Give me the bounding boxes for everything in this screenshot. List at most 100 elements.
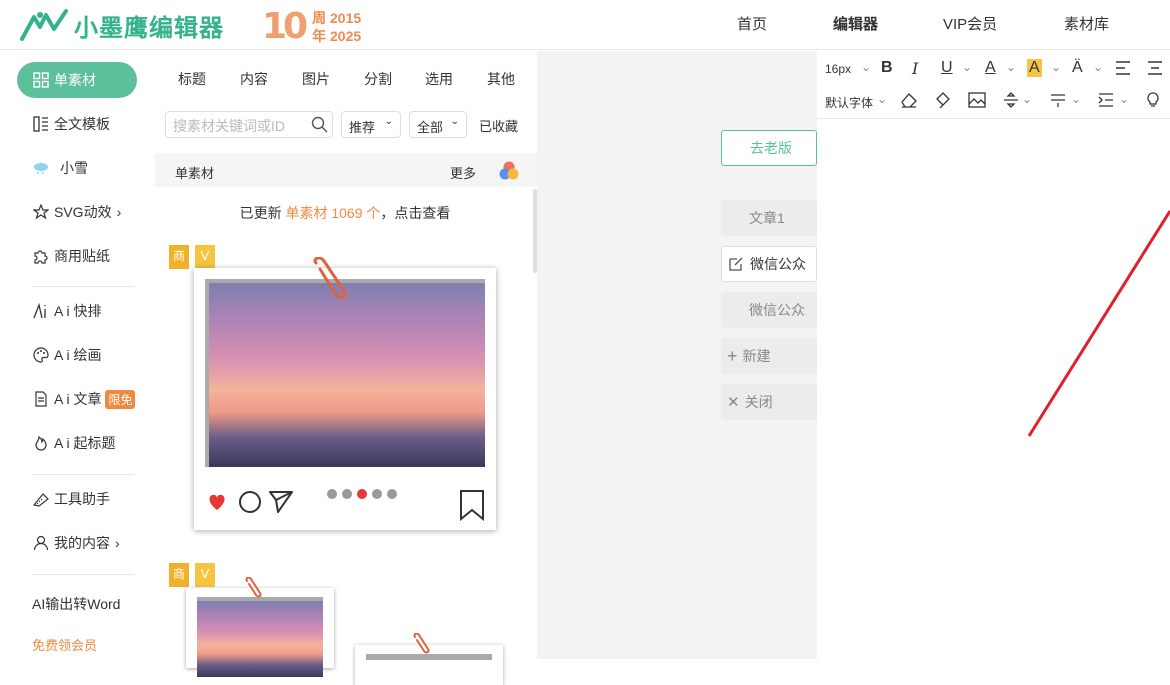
sidebar-item-my-content[interactable]: 我的内容 › <box>32 532 120 554</box>
font-size-select[interactable]: 16px <box>825 62 851 76</box>
tab-image[interactable]: 图片 <box>302 69 330 89</box>
italic-icon[interactable]: I <box>912 59 918 78</box>
user-icon <box>32 534 50 552</box>
highlight-color-icon[interactable]: A <box>1027 59 1042 77</box>
sidebar-item-ai-article[interactable]: A i 文章 限免 <box>32 388 136 410</box>
article-1-tab[interactable]: 文章1 <box>721 200 817 236</box>
old-version-button[interactable]: 去老版 <box>721 130 817 166</box>
sort-select[interactable]: 推荐 ⌄ <box>341 111 401 138</box>
material-card[interactable]: 商 V <box>165 563 525 685</box>
section-title: 单素材 <box>175 166 215 181</box>
material-card[interactable]: 商 V <box>165 243 525 555</box>
wechat-edit-tab[interactable]: 微信公众 <box>721 246 817 282</box>
tab-content[interactable]: 内容 <box>240 69 268 89</box>
like-icon <box>206 276 224 308</box>
image-icon[interactable] <box>968 92 986 108</box>
chevron-down-icon: ⌄ <box>1071 92 1082 106</box>
chevron-down-icon: ⌄ <box>1022 92 1033 106</box>
ruler-icon <box>32 490 50 508</box>
search-icon[interactable] <box>311 116 328 133</box>
social-icons <box>209 491 293 513</box>
material-tabs: 标题 内容 图片 分割 选用 其他 <box>155 51 537 105</box>
more-link[interactable]: 更多 <box>450 163 476 182</box>
chevron-right-icon: › <box>116 204 122 220</box>
puzzle-icon <box>32 247 50 265</box>
line-height-icon[interactable] <box>1002 92 1020 108</box>
favorites-link[interactable]: 已收藏 <box>479 116 518 135</box>
material-panel: 标题 内容 图片 分割 选用 其他 搜素材关键词或ID 推荐 ⌄ 全部 ⌄ 已收… <box>155 51 537 685</box>
carousel-dots <box>327 489 397 499</box>
sidebar-item-single-material[interactable]: 单素材 <box>17 62 137 98</box>
sidebar-item-ai-layout[interactable]: A i 快排 <box>32 300 101 322</box>
close-icon: ✕ <box>727 394 740 411</box>
star-icon <box>32 203 50 221</box>
tab-other[interactable]: 其他 <box>487 69 515 89</box>
commercial-tag: 商 <box>169 563 189 587</box>
sidebar-item-svg-effects[interactable]: SVG动效 › <box>32 201 121 223</box>
snow-cloud-icon <box>32 159 50 177</box>
color-circles-icon[interactable] <box>498 160 520 182</box>
eraser-icon[interactable] <box>900 92 918 108</box>
format-painter-icon[interactable] <box>934 92 952 108</box>
free-badge: 限免 <box>105 389 136 409</box>
sidebar-item-ai-to-word[interactable]: AI输出转Word <box>32 593 120 615</box>
align-left-icon[interactable] <box>1115 61 1131 75</box>
paperclip-icon <box>313 257 347 300</box>
sidebar-item-stickers[interactable]: 商用贴纸 <box>32 245 110 267</box>
new-article-button[interactable]: + 新建 <box>721 338 817 374</box>
scope-select[interactable]: 全部 ⌄ <box>409 111 467 138</box>
close-article-button[interactable]: ✕ 关闭 <box>721 384 817 420</box>
update-notice[interactable]: 已更新 单素材 1069 个，点击查看 <box>165 189 525 237</box>
app-name: 小墨鹰编辑器 <box>74 14 224 42</box>
sidebar-item-ai-title[interactable]: A i 起标题 <box>32 432 115 454</box>
chevron-down-icon: ⌄ <box>1006 60 1017 74</box>
tab-selected[interactable]: 选用 <box>425 69 453 89</box>
indent-icon[interactable] <box>1097 92 1115 108</box>
lightbulb-icon[interactable] <box>1145 92 1161 108</box>
anniversary-ten: 10 <box>262 6 308 47</box>
underline-icon[interactable]: U <box>941 59 953 77</box>
sidebar-item-templates[interactable]: 全文模板 <box>32 113 110 135</box>
chevron-down-icon: ⌄ <box>877 92 888 106</box>
font-color-icon[interactable]: A <box>985 59 996 77</box>
polaroid-frame <box>186 588 334 677</box>
vip-tag: V <box>195 245 215 269</box>
sunset-image <box>205 279 485 467</box>
sidebar-divider <box>32 574 134 575</box>
sidebar-item-tools[interactable]: 工具助手 <box>32 488 110 510</box>
bold-icon[interactable]: B <box>881 59 893 77</box>
sidebar-divider <box>32 286 134 287</box>
wechat-tab[interactable]: 微信公众 <box>721 292 817 328</box>
vip-tag: V <box>195 563 215 587</box>
chevron-down-icon: ⌄ <box>384 116 393 127</box>
paragraph-spacing-icon[interactable] <box>1049 92 1067 108</box>
align-center-icon[interactable] <box>1147 61 1163 75</box>
nav-editor[interactable]: 编辑器 <box>833 0 878 50</box>
paperclip-icon <box>413 633 430 654</box>
font-family-select[interactable]: 默认字体 <box>825 94 873 111</box>
editor-area[interactable]: 16px ⌄ B I U ⌄ A ⌄ A ⌄ Ä ⌄ 默认字体 ⌄ ⌄ ⌄ ⌄ <box>817 51 1170 659</box>
template-icon <box>32 115 50 133</box>
search-input[interactable]: 搜素材关键词或ID <box>165 111 333 138</box>
left-sidebar: 单素材 全文模板 小雪 SVG动效 › 商用贴纸 A i 快排 A i 绘画 A… <box>0 51 155 659</box>
chevron-down-icon: ⌄ <box>450 116 459 127</box>
anniversary-badge: 10 周 2015 年 2025 <box>262 6 361 47</box>
chevron-down-icon: ⌄ <box>1051 60 1062 74</box>
sidebar-item-free-vip[interactable]: 免费领会员 <box>32 633 97 655</box>
nav-home[interactable]: 首页 <box>737 0 767 50</box>
sidebar-item-ai-paint[interactable]: A i 绘画 <box>32 344 101 366</box>
letter-spacing-icon[interactable]: Ä <box>1072 59 1083 77</box>
flame-icon <box>32 434 50 452</box>
sidebar-item-label: 单素材 <box>54 72 96 88</box>
sidebar-item-xiaoxue[interactable]: 小雪 <box>32 157 88 179</box>
edit-icon <box>729 257 743 271</box>
plus-icon: + <box>727 345 738 366</box>
tab-divider[interactable]: 分割 <box>364 69 392 89</box>
tab-title[interactable]: 标题 <box>178 69 206 89</box>
red-diagonal-line <box>1027 210 1170 437</box>
nav-material-library[interactable]: 素材库 <box>1064 0 1109 50</box>
nav-vip[interactable]: VIP会员 <box>943 0 997 50</box>
polaroid-frame <box>194 268 496 530</box>
app-logo[interactable]: 小墨鹰编辑器 <box>20 8 224 42</box>
anniversary-years: 周 2015 年 2025 <box>312 9 362 44</box>
